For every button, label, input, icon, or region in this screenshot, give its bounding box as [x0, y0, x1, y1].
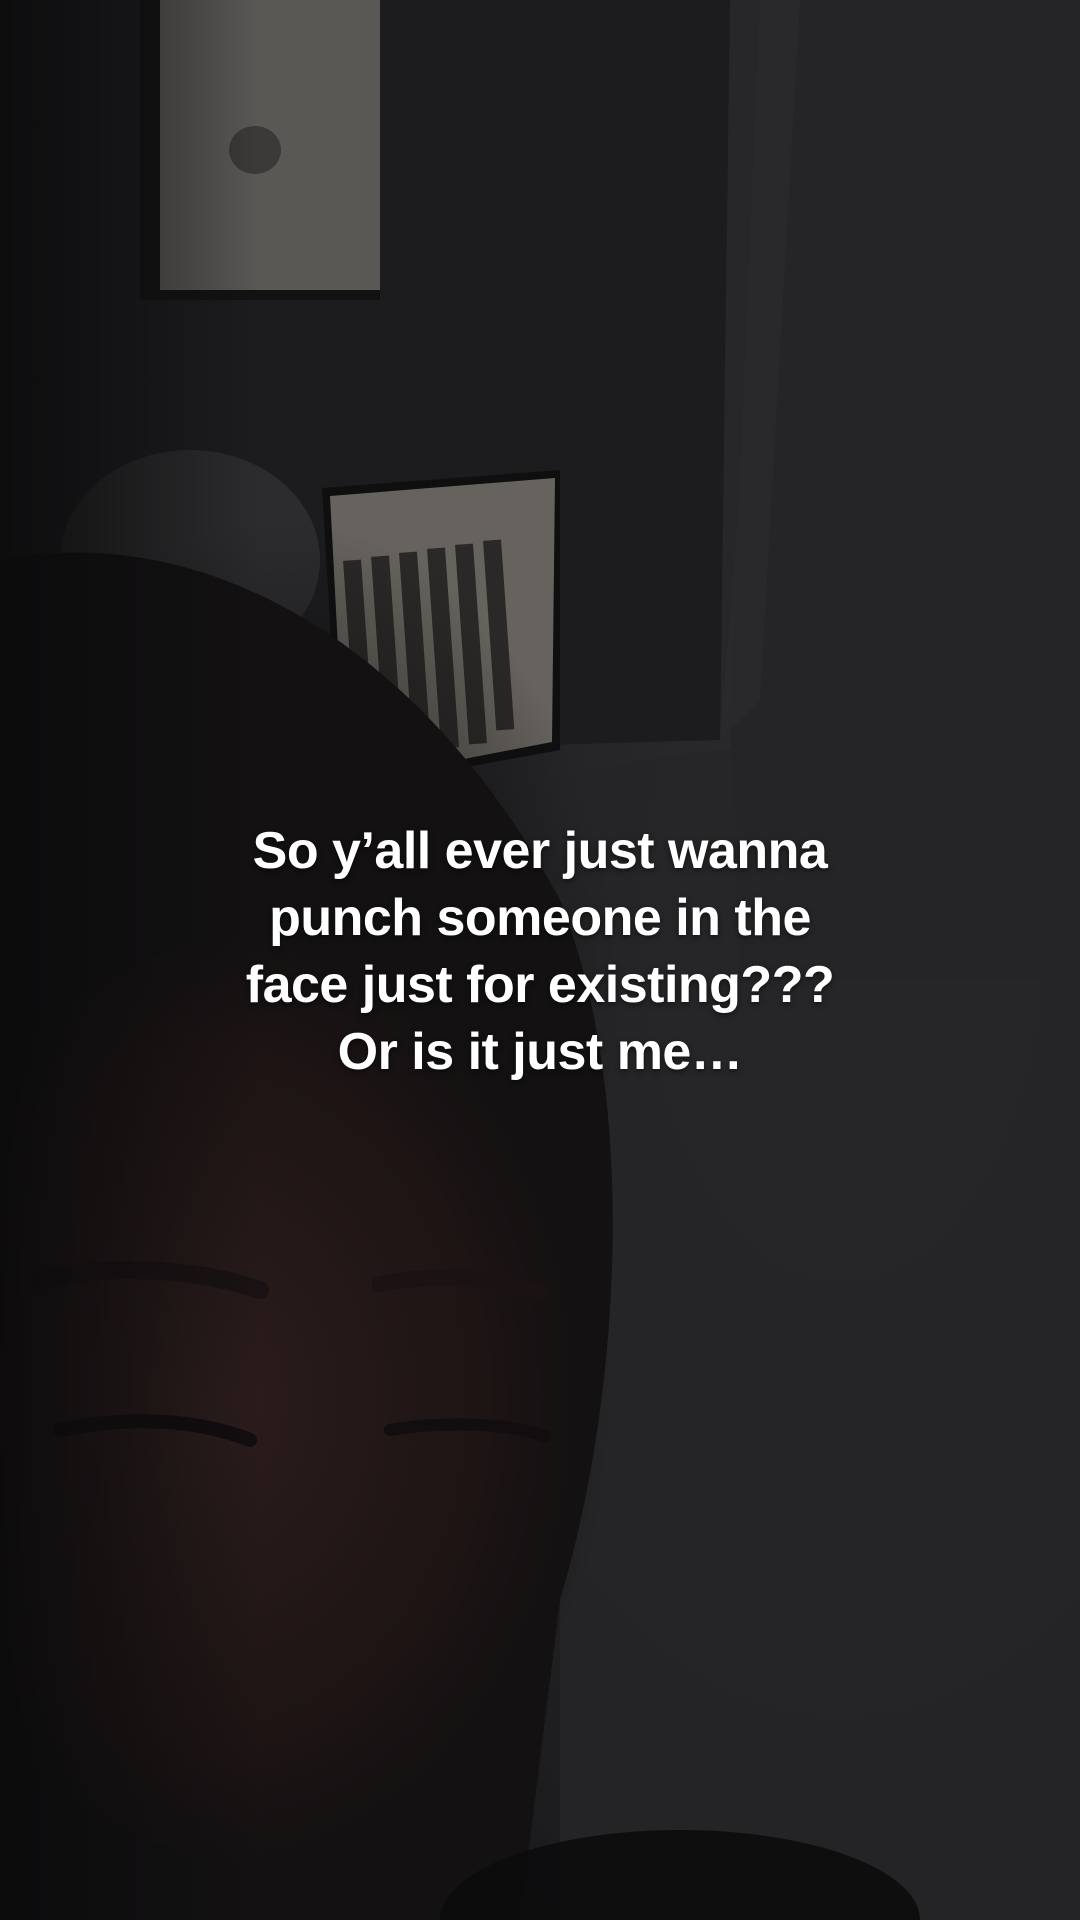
- caption-line: Or is it just me…: [337, 1023, 743, 1081]
- caption-line: punch someone in the: [269, 889, 811, 947]
- caption-line: So y’all ever just wanna: [252, 822, 828, 880]
- caption-line: face just for existing???: [245, 956, 835, 1014]
- caption-text: So y’all ever just wanna punch someone i…: [140, 818, 940, 1086]
- video-frame: So y’all ever just wanna punch someone i…: [0, 0, 1080, 1920]
